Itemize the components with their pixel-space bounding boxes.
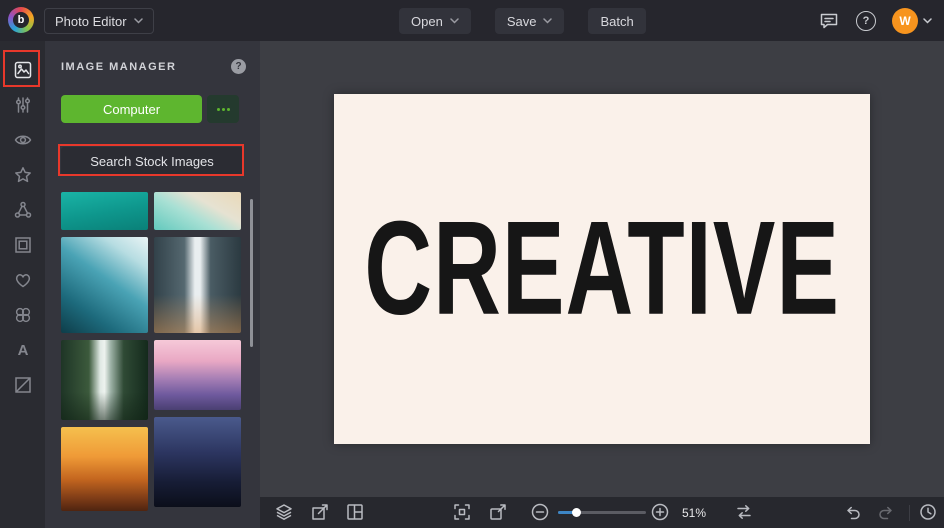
sidebar-item-image-manager[interactable]: [0, 52, 45, 87]
avatar-initial: W: [899, 13, 911, 28]
panel-help-glyph: ?: [235, 61, 242, 72]
image-manager-panel: IMAGE MANAGER ? Computer: [45, 41, 260, 528]
text-icon: A: [17, 342, 28, 359]
full-view-button[interactable]: [488, 502, 508, 522]
batch-button[interactable]: Batch: [588, 8, 646, 34]
sliders-icon: [15, 96, 30, 113]
stock-thumbnail-forest-waterfall-bridge[interactable]: [61, 340, 148, 420]
fit-screen-icon: [454, 504, 470, 520]
ellipsis-icon: [216, 107, 220, 111]
layers-icon: [276, 504, 292, 520]
sidebar-item-textures[interactable]: [0, 297, 45, 332]
zoom-slider[interactable]: [558, 508, 646, 517]
bottom-toolbar: 51%: [260, 497, 944, 528]
sidebar-item-frames[interactable]: [0, 227, 45, 262]
stock-image-grid: [61, 192, 241, 511]
sidebar-item-graphics[interactable]: [0, 367, 45, 402]
thumbs-column-right: [154, 192, 241, 511]
layers-button[interactable]: [274, 502, 294, 522]
top-bar: b Photo Editor Open Save Batch ? W: [0, 0, 944, 41]
chevron-down-icon: [923, 17, 932, 24]
resize-icon: [312, 504, 328, 520]
zoom-slider-knob[interactable]: [572, 508, 581, 517]
star-icon: [14, 166, 31, 182]
sidebar-item-adjustments[interactable]: [0, 87, 45, 122]
undo-icon: [847, 506, 860, 520]
thumbs-column-left: [61, 192, 148, 511]
nodes-icon: [14, 201, 31, 218]
app-menu-label: Photo Editor: [55, 13, 127, 29]
full-view-icon: [490, 504, 506, 520]
chevron-down-icon: [133, 18, 143, 24]
sidebar-item-text[interactable]: A: [0, 332, 45, 367]
more-options-button[interactable]: [207, 95, 239, 123]
canvas-artboard[interactable]: CREATIVE: [334, 94, 870, 444]
stock-thumbnail-sunset-clouds[interactable]: [61, 427, 148, 511]
zoom-level[interactable]: 51%: [682, 506, 706, 520]
feedback-icon[interactable]: [818, 11, 840, 31]
app-menu-button[interactable]: Photo Editor: [44, 8, 154, 34]
panel-help-icon[interactable]: ?: [231, 59, 246, 74]
sidebar-item-overlays[interactable]: [0, 262, 45, 297]
chevron-down-icon: [450, 18, 459, 24]
help-icon[interactable]: ?: [856, 10, 876, 31]
open-button[interactable]: Open: [399, 8, 471, 34]
stock-thumbnail-pink-mountains[interactable]: [154, 340, 241, 410]
collage-grid-icon: [347, 504, 363, 520]
zoom-out-button[interactable]: [530, 502, 550, 522]
stock-thumbnail-ocean-waves[interactable]: [61, 237, 148, 333]
stock-thumbnail-waterfall-rainbow[interactable]: [154, 237, 241, 333]
chevron-down-icon: [543, 18, 553, 24]
logo-glyph: b: [13, 12, 29, 28]
history-clock-icon: [920, 504, 936, 520]
topbar-center-actions: Open Save Batch: [399, 8, 646, 34]
frame-icon: [14, 236, 31, 253]
save-button[interactable]: Save: [494, 8, 565, 34]
shapes-icon: [15, 307, 30, 322]
befunky-logo[interactable]: b: [8, 7, 34, 33]
panel-header: IMAGE MANAGER ?: [61, 59, 246, 74]
account-menu[interactable]: W: [892, 7, 932, 34]
fit-to-screen-button[interactable]: [452, 502, 472, 522]
save-label: Save: [506, 13, 537, 29]
sidebar-item-effects[interactable]: [0, 157, 45, 192]
zoom-in-icon: [651, 503, 669, 521]
redo-icon: [879, 506, 892, 520]
sidebar-item-touchup[interactable]: [0, 122, 45, 157]
zoom-in-button[interactable]: [650, 502, 670, 522]
canvas-workspace[interactable]: CREATIVE: [260, 41, 944, 497]
stock-thumbnail-beach-shore[interactable]: [154, 192, 241, 230]
resize-canvas-button[interactable]: [310, 502, 330, 522]
help-glyph: ?: [862, 14, 870, 27]
toolbar-divider: [909, 505, 910, 521]
computer-button[interactable]: Computer: [61, 95, 202, 123]
avatar: W: [892, 7, 918, 34]
eye-icon: [14, 135, 31, 144]
canvas-text[interactable]: CREATIVE: [364, 193, 840, 345]
open-label: Open: [411, 13, 443, 29]
image-manager-icon: [14, 61, 31, 78]
heart-icon: [15, 273, 30, 287]
stock-thumbnail-teal-sea[interactable]: [61, 192, 148, 230]
batch-label: Batch: [600, 13, 634, 29]
sidebar-item-artsy[interactable]: [0, 192, 45, 227]
collage-button[interactable]: [345, 502, 365, 522]
source-buttons-row: Computer: [61, 95, 239, 123]
topbar-right-actions: ? W: [818, 0, 932, 41]
graphics-icon: [14, 376, 31, 393]
stock-thumbnail-night-mountains[interactable]: [154, 417, 241, 507]
panel-title: IMAGE MANAGER: [61, 60, 177, 73]
zoom-out-icon: [531, 503, 549, 521]
svg-text:A: A: [17, 342, 28, 359]
history-button[interactable]: [918, 502, 938, 522]
compare-button[interactable]: [734, 502, 754, 522]
search-stock-images-input[interactable]: [61, 147, 243, 175]
panel-scrollbar[interactable]: [250, 199, 253, 347]
redo-button[interactable]: [876, 502, 896, 522]
undo-button[interactable]: [843, 502, 863, 522]
tool-sidebar: A: [0, 41, 45, 528]
compare-arrows-icon: [737, 505, 751, 519]
